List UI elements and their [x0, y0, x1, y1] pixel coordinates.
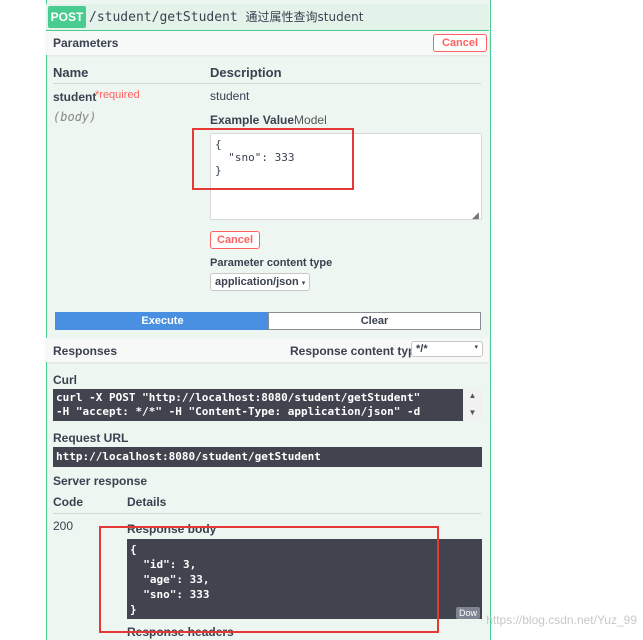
clear-button[interactable]: Clear — [268, 312, 481, 330]
response-content-type-value: */* — [416, 343, 428, 355]
curl-label: Curl — [53, 373, 77, 387]
col-details-header: Details — [127, 495, 167, 509]
curl-scrollbar[interactable]: ▲ ▼ — [463, 390, 482, 420]
scroll-up-icon[interactable]: ▲ — [463, 390, 482, 401]
param-description: student — [210, 89, 250, 103]
operation-description: 通过属性查询student — [245, 10, 364, 24]
curl-command[interactable]: curl -X POST "http://localhost:8080/stud… — [53, 389, 463, 421]
chevron-down-icon: ▾ — [301, 280, 306, 287]
operation-path: /student/getStudent — [89, 10, 238, 25]
cancel-button[interactable]: Cancel — [433, 34, 488, 52]
chevron-down-icon: ▾ — [474, 344, 478, 351]
param-required: *required — [95, 89, 140, 101]
scroll-down-icon[interactable]: ▼ — [463, 407, 482, 418]
example-tabs: Example ValueModel — [210, 113, 327, 127]
execute-button[interactable]: Execute — [55, 312, 270, 330]
param-location: (body) — [53, 110, 97, 124]
request-url-value[interactable]: http://localhost:8080/student/getStudent — [53, 447, 482, 467]
request-url-label: Request URL — [53, 431, 129, 445]
operation-summary: /student/getStudent 通过属性查询student — [89, 8, 363, 25]
param-name: student — [53, 90, 97, 104]
header-divider — [53, 83, 481, 84]
download-button[interactable]: Dow — [456, 607, 480, 619]
response-content-type-select[interactable]: */* ▾ — [411, 341, 483, 357]
content-type-value: application/json — [215, 276, 299, 288]
body-highlight-box — [192, 128, 354, 190]
tab-example-value[interactable]: Example Value — [210, 113, 294, 127]
response-highlight-box — [99, 526, 439, 633]
resize-handle-icon[interactable]: ◢ — [472, 210, 479, 221]
method-badge: POST — [48, 6, 86, 28]
watermark: https://blog.csdn.net/Yuz_99 — [486, 613, 637, 627]
tab-model[interactable]: Model — [294, 113, 327, 127]
col-description-header: Description — [210, 65, 282, 80]
parameters-title: Parameters — [53, 36, 119, 50]
server-response-label: Server response — [53, 474, 148, 488]
col-name-header: Name — [53, 65, 89, 80]
content-type-select[interactable]: application/json ▾ — [210, 273, 311, 291]
content-type-label: Parameter content type — [210, 257, 333, 269]
cancel-small-button[interactable]: Cancel — [210, 231, 261, 249]
col-code-header: Code — [53, 495, 83, 509]
response-header-divider — [53, 513, 481, 514]
responses-title: Responses — [53, 344, 118, 358]
response-code: 200 — [53, 519, 74, 533]
response-content-type-label: Response content type — [290, 344, 423, 358]
